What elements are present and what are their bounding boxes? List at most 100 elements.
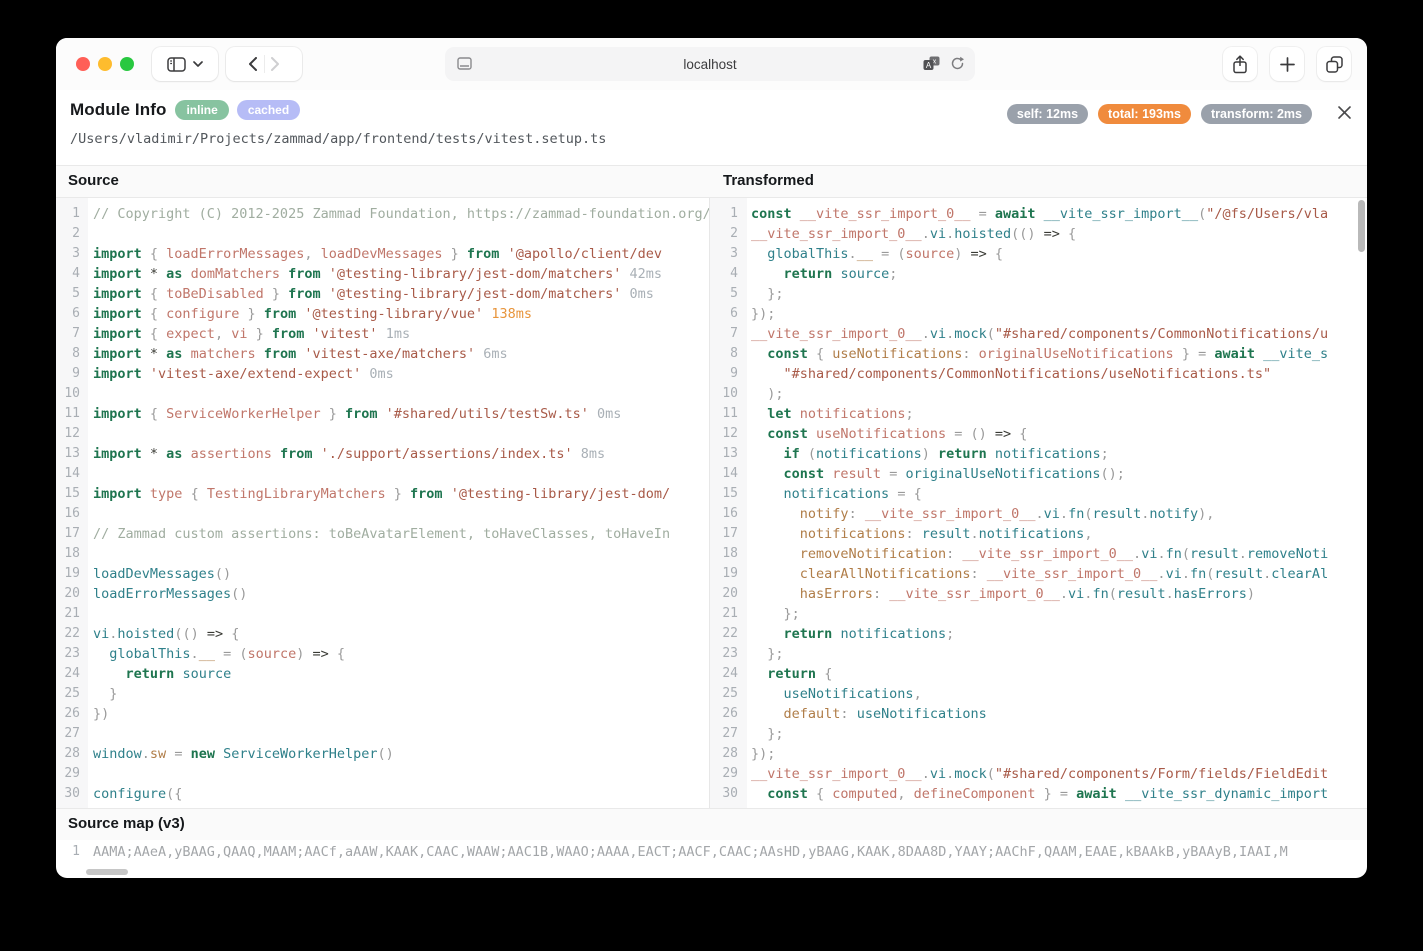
code-line: 17// Zammad custom assertions: toBeAvata… — [56, 524, 709, 544]
code-line: 18 removeNotification: __vite_ssr_import… — [710, 544, 1367, 564]
code-line: 30 const { computed, defineComponent } =… — [710, 784, 1367, 804]
line-number: 25 — [56, 684, 80, 704]
line-number: 15 — [710, 484, 738, 504]
line-number: 30 — [710, 784, 738, 804]
code-text: window.sw = new ServiceWorkerHelper() — [93, 744, 394, 764]
line-number: 26 — [710, 704, 738, 724]
code-line: 9import 'vitest-axe/extend-expect' 0ms — [56, 364, 709, 384]
translate-icon[interactable]: x A — [923, 56, 940, 71]
code-text: import { ServiceWorkerHelper } from '#sh… — [93, 404, 621, 424]
code-text: globalThis.__ = (source) => { — [93, 644, 345, 664]
line-number: 7 — [56, 324, 80, 344]
line-number: 3 — [56, 244, 80, 264]
code-text: clearAllNotifications: __vite_ssr_import… — [751, 564, 1328, 584]
code-line: 10 — [56, 384, 709, 404]
code-text: removeNotification: __vite_ssr_import_0_… — [751, 544, 1328, 564]
screen-background: localhost x A — [0, 0, 1423, 951]
code-text: }; — [751, 604, 800, 624]
code-line: 3import { loadErrorMessages, loadDevMess… — [56, 244, 709, 264]
line-number: 19 — [56, 564, 80, 584]
code-line: 12 — [56, 424, 709, 444]
code-line: 14 — [56, 464, 709, 484]
line-number: 8 — [710, 344, 738, 364]
code-text: }); — [751, 304, 775, 324]
code-text: const { useNotifications: originalUseNot… — [751, 344, 1328, 364]
code-text: configure({ — [93, 784, 182, 804]
source-code-panel[interactable]: 1// Copyright (C) 2012-2025 Zammad Found… — [56, 198, 710, 808]
line-number: 14 — [710, 464, 738, 484]
sourcemap-line: 1 AAMA;AAeA,yBAAG,QAAQ,MAAM;AACf,aAAW,KA… — [56, 842, 1367, 862]
code-text: import { configure } from '@testing-libr… — [93, 304, 532, 324]
code-line: 20loadErrorMessages() — [56, 584, 709, 604]
page-settings-icon[interactable] — [457, 57, 472, 70]
line-number: 17 — [710, 524, 738, 544]
new-tab-button[interactable] — [1270, 47, 1304, 81]
code-line: 4import * as domMatchers from '@testing-… — [56, 264, 709, 284]
code-text: import type { TestingLibraryMatchers } f… — [93, 484, 670, 504]
maximize-window-button[interactable] — [120, 57, 134, 71]
code-line: 28}); — [710, 744, 1367, 764]
code-text: default: useNotifications — [751, 704, 987, 724]
horizontal-scrollbar-thumb[interactable] — [86, 869, 128, 875]
code-line: 20 hasErrors: __vite_ssr_import_0__.vi.f… — [710, 584, 1367, 604]
traffic-lights — [76, 57, 134, 71]
code-line: 23 globalThis.__ = (source) => { — [56, 644, 709, 664]
code-text: __vite_ssr_import_0__.vi.hoisted(() => { — [751, 224, 1076, 244]
code-line: 24 return { — [710, 664, 1367, 684]
code-text: __vite_ssr_import_0__.vi.mock("#shared/c… — [751, 324, 1328, 344]
code-text: import { toBeDisabled } from '@testing-l… — [93, 284, 654, 304]
line-number: 28 — [710, 744, 738, 764]
share-button[interactable] — [1223, 47, 1257, 81]
line-number: 1 — [56, 204, 80, 224]
code-line: 21 — [56, 604, 709, 624]
line-number: 5 — [56, 284, 80, 304]
forward-button[interactable] — [271, 57, 280, 71]
code-text: }; — [751, 284, 784, 304]
line-number: 13 — [710, 444, 738, 464]
back-button[interactable] — [248, 57, 257, 71]
line-number: 18 — [56, 544, 80, 564]
line-number: 22 — [710, 624, 738, 644]
nav-buttons — [226, 47, 302, 81]
transformed-code-panel[interactable]: 1const __vite_ssr_import_0__ = await __v… — [710, 198, 1367, 808]
code-text: return source — [93, 664, 231, 684]
code-text: loadErrorMessages() — [93, 584, 247, 604]
code-line: 4 return source; — [710, 264, 1367, 284]
line-number: 26 — [56, 704, 80, 724]
module-badges: inlinecached — [175, 100, 300, 120]
tab-overview-button[interactable] — [1317, 47, 1351, 81]
url-text: localhost — [683, 57, 736, 72]
code-line: 28window.sw = new ServiceWorkerHelper() — [56, 744, 709, 764]
code-text: import { expect, vi } from 'vitest' 1ms — [93, 324, 410, 344]
code-line: 29__vite_ssr_import_0__.vi.mock("#shared… — [710, 764, 1367, 784]
code-line: 22vi.hoisted(() => { — [56, 624, 709, 644]
vertical-scrollbar-thumb[interactable] — [1358, 200, 1365, 252]
close-window-button[interactable] — [76, 57, 90, 71]
transformed-panel-title: Transformed — [723, 172, 814, 189]
code-line: 16 notify: __vite_ssr_import_0__.vi.fn(r… — [710, 504, 1367, 524]
code-line: 9 "#shared/components/CommonNotification… — [710, 364, 1367, 384]
code-line: 13import * as assertions from './support… — [56, 444, 709, 464]
code-text: const { computed, defineComponent } = aw… — [751, 784, 1328, 804]
code-line: 6}); — [710, 304, 1367, 324]
code-line: 27 — [56, 724, 709, 744]
code-text: }) — [93, 704, 109, 724]
reload-icon[interactable] — [950, 56, 965, 71]
code-line: 8import * as matchers from 'vitest-axe/m… — [56, 344, 709, 364]
line-number: 8 — [56, 344, 80, 364]
code-text: return { — [751, 664, 832, 684]
close-panel-button[interactable] — [1334, 102, 1354, 122]
minimize-window-button[interactable] — [98, 57, 112, 71]
code-line: 7__vite_ssr_import_0__.vi.mock("#shared/… — [710, 324, 1367, 344]
code-line: 5 }; — [710, 284, 1367, 304]
line-number: 29 — [710, 764, 738, 784]
line-number: 23 — [710, 644, 738, 664]
browser-toolbar: localhost x A — [56, 38, 1367, 90]
code-text: "#shared/components/CommonNotifications/… — [751, 364, 1271, 384]
address-bar[interactable]: localhost x A — [445, 47, 975, 81]
code-line: 6import { configure } from '@testing-lib… — [56, 304, 709, 324]
sidebar-toggle-button[interactable] — [152, 47, 218, 81]
code-text: }; — [751, 724, 784, 744]
code-text: } — [93, 684, 117, 704]
code-text: loadDevMessages() — [93, 564, 231, 584]
